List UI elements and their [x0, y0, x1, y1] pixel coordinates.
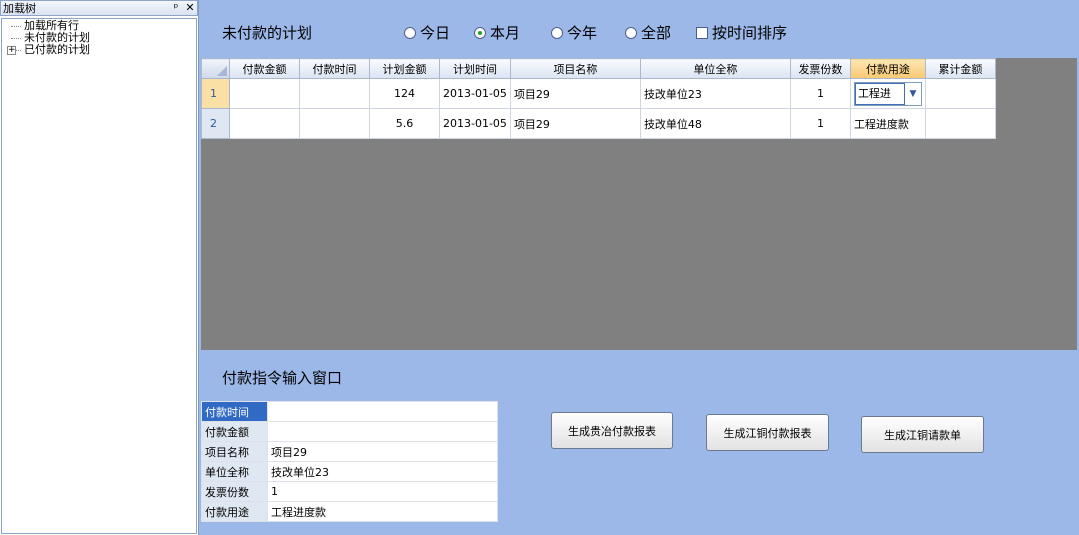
field-label: 项目名称	[201, 441, 268, 462]
plan-time-cell[interactable]: 2013-01-05	[439, 78, 511, 109]
project-name-cell[interactable]: 项目29	[509, 78, 641, 109]
purpose-cell[interactable]: 工程进 ▼	[849, 78, 926, 109]
expand-plus-icon[interactable]: +	[7, 46, 16, 55]
field-label: 发票份数	[201, 481, 268, 502]
plan-amount-cell[interactable]: 5.6	[369, 108, 440, 139]
form-row: 付款金额	[201, 421, 498, 442]
generate-guiye-report-button[interactable]: 生成贵冶付款报表	[551, 412, 673, 449]
radio-icon	[551, 26, 563, 39]
form-row: 单位全称 技改单位23	[201, 461, 498, 482]
column-header[interactable]: 发票份数	[789, 58, 851, 79]
sort-by-time-checkbox[interactable]: 按时间排序	[696, 22, 787, 43]
table-row[interactable]: 1 124 2013-01-05 项目29 技改单位23 1 工程进 ▼	[201, 78, 996, 109]
unpaid-plans-grid: 付款金额 付款时间 计划金额 计划时间 项目名称 单位全称 发票份数 付款用途 …	[201, 58, 1077, 350]
field-label: 付款用途	[201, 501, 268, 522]
radio-icon	[404, 26, 416, 39]
radio-selected-icon	[474, 26, 486, 39]
column-header[interactable]: 项目名称	[509, 58, 641, 79]
form-row: 发票份数 1	[201, 481, 498, 502]
project-name-field[interactable]: 项目29	[267, 441, 498, 462]
unpaid-plans-table: 付款金额 付款时间 计划金额 计划时间 项目名称 单位全称 发票份数 付款用途 …	[201, 58, 996, 139]
purpose-dropdown[interactable]: 工程进 ▼	[853, 81, 922, 106]
field-label: 付款时间	[201, 401, 268, 422]
filter-today-radio[interactable]: 今日	[404, 22, 450, 43]
form-row: 付款时间	[201, 401, 498, 422]
tree-panel-title: 加载树	[3, 2, 36, 15]
form-row: 项目名称 项目29	[201, 441, 498, 462]
filter-month-radio[interactable]: 本月	[474, 22, 520, 43]
payment-instruction-form: 付款时间 付款金额 项目名称 项目29 单位全称 技改单位23 发票份数 1 付…	[201, 401, 498, 522]
total-amount-cell[interactable]	[924, 78, 996, 109]
generate-jiangtong-request-button[interactable]: 生成江铜请款单	[861, 416, 984, 453]
invoice-count-cell[interactable]: 1	[789, 108, 851, 139]
field-label: 付款金额	[201, 421, 268, 442]
chevron-down-icon[interactable]: ▼	[905, 89, 921, 99]
close-icon[interactable]: ✕	[183, 1, 197, 15]
row-number[interactable]: 2	[201, 108, 230, 139]
tree-view: 加载所有行 未付款的计划 + 已付款的计划	[1, 18, 197, 534]
purpose-field[interactable]: 工程进度款	[267, 501, 498, 522]
tree-item-paid[interactable]: + 已付款的计划	[6, 44, 192, 56]
radio-icon	[625, 26, 637, 39]
unit-name-field[interactable]: 技改单位23	[267, 461, 498, 482]
pay-amount-cell[interactable]	[229, 108, 300, 139]
table-row[interactable]: 2 5.6 2013-01-05 项目29 技改单位48 1 工程进度款	[201, 108, 996, 139]
select-all-corner[interactable]	[201, 58, 230, 79]
row-number[interactable]: 1	[201, 78, 230, 109]
pay-time-cell[interactable]	[299, 78, 370, 109]
plan-amount-cell[interactable]: 124	[369, 78, 440, 109]
filter-year-radio[interactable]: 今年	[551, 22, 597, 43]
pay-amount-cell[interactable]	[229, 78, 300, 109]
payment-instruction-title: 付款指令输入窗口	[222, 369, 343, 387]
column-header[interactable]: 付款时间	[299, 58, 370, 79]
column-header[interactable]: 累计金额	[924, 58, 996, 79]
unit-name-cell[interactable]: 技改单位23	[639, 78, 791, 109]
invoice-count-field[interactable]: 1	[267, 481, 498, 502]
column-header[interactable]: 计划金额	[369, 58, 440, 79]
pay-time-field[interactable]	[267, 401, 498, 422]
column-header[interactable]: 付款用途	[849, 58, 926, 79]
tree-panel: 加载树 ᵖ ✕ 加载所有行 未付款的计划 + 已付款的计划	[0, 0, 199, 535]
column-header[interactable]: 付款金额	[229, 58, 300, 79]
unit-name-cell[interactable]: 技改单位48	[639, 108, 791, 139]
purpose-cell[interactable]: 工程进度款	[849, 108, 926, 139]
column-header[interactable]: 计划时间	[439, 58, 511, 79]
plan-time-cell[interactable]: 2013-01-05	[439, 108, 511, 139]
filter-all-radio[interactable]: 全部	[625, 22, 671, 43]
project-name-cell[interactable]: 项目29	[509, 108, 641, 139]
generate-jiangtong-report-button[interactable]: 生成江铜付款报表	[706, 414, 829, 451]
field-label: 单位全称	[201, 461, 268, 482]
invoice-count-cell[interactable]: 1	[789, 78, 851, 109]
checkbox-icon	[696, 26, 708, 39]
tree-item-label: 已付款的计划	[24, 43, 90, 56]
pay-time-cell[interactable]	[299, 108, 370, 139]
pin-icon[interactable]: ᵖ	[169, 1, 183, 15]
form-row: 付款用途 工程进度款	[201, 501, 498, 522]
purpose-dropdown-value[interactable]: 工程进	[854, 82, 905, 105]
column-header[interactable]: 单位全称	[639, 58, 791, 79]
pay-amount-field[interactable]	[267, 421, 498, 442]
unpaid-plans-title: 未付款的计划	[222, 24, 313, 42]
main-area: 未付款的计划 今日 本月 今年 全部 按时间排序 付款金额 付款时间 计划金额 …	[200, 0, 1079, 535]
tree-panel-header: 加载树 ᵖ ✕	[0, 0, 198, 16]
total-amount-cell[interactable]	[924, 108, 996, 139]
